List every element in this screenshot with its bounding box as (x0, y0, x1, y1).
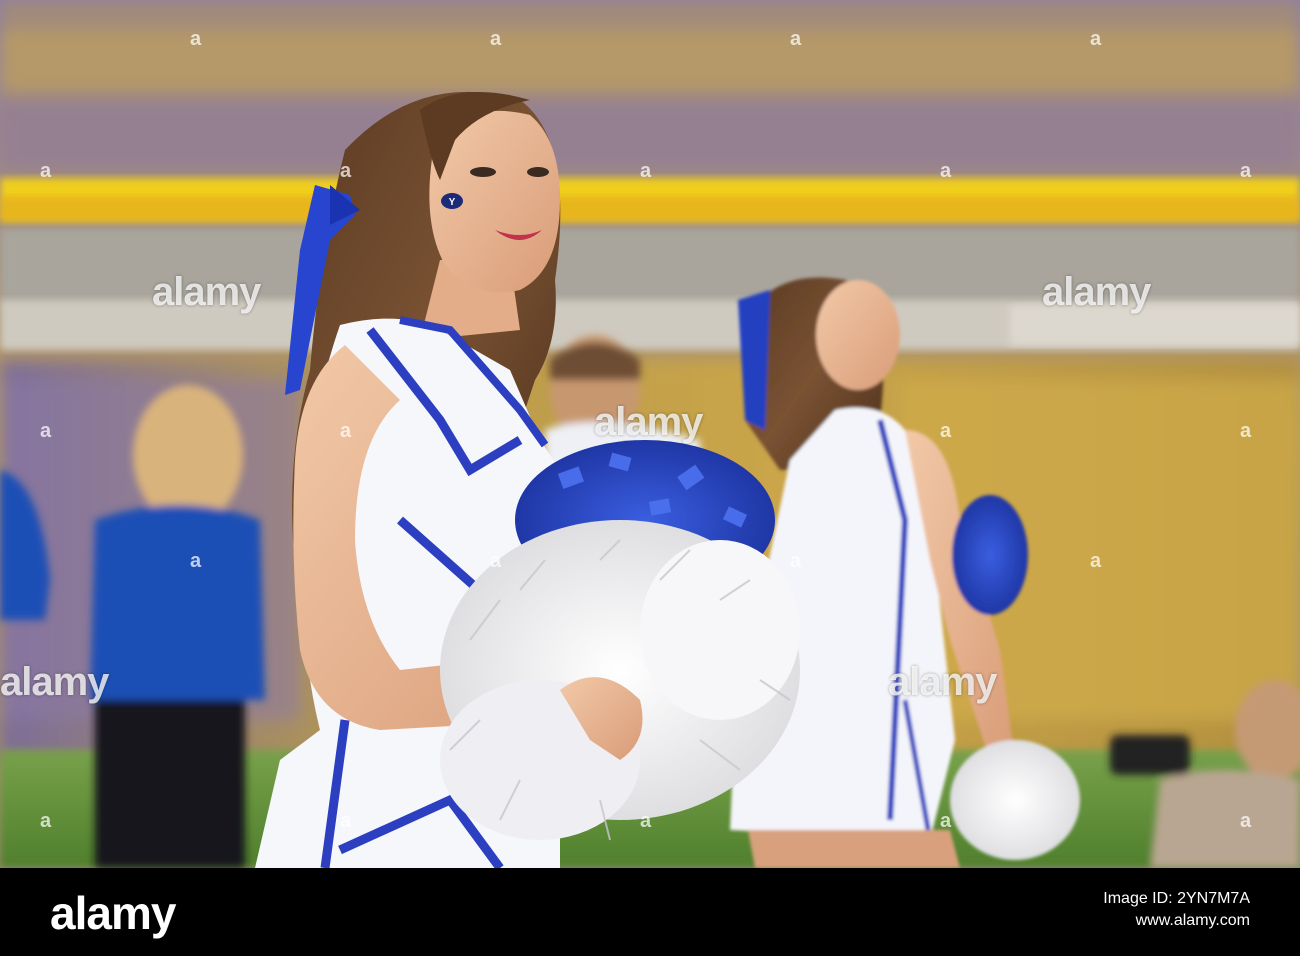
watermark-mark: a (940, 160, 953, 182)
watermark-mark: a (940, 810, 953, 832)
watermark-mark: a (790, 28, 803, 50)
footer-bar: alamy Image ID: 2YN7M7A www.alamy.com (0, 868, 1300, 956)
watermark-alamy: alamy (594, 400, 703, 444)
watermark-mark: a (1090, 28, 1103, 50)
watermark-mark: a (640, 810, 653, 832)
watermark-alamy: alamy (0, 660, 109, 704)
watermark-mark: a (640, 160, 653, 182)
watermark-mark: a (340, 420, 353, 442)
watermark-mark: a (490, 550, 503, 572)
watermark-mark: a (40, 810, 53, 832)
white-pompom-background (950, 740, 1080, 860)
watermark-mark: a (40, 160, 53, 182)
alamy-logo[interactable]: alamy (50, 886, 176, 940)
watermark-mark: a (1240, 160, 1253, 182)
watermark-mark: a (340, 160, 353, 182)
image-info: Image ID: 2YN7M7A www.alamy.com (1103, 888, 1250, 932)
watermark-mark: a (190, 550, 203, 572)
watermark-mark: a (940, 420, 953, 442)
image-id-label: Image ID: 2YN7M7A (1103, 890, 1250, 907)
watermark-mark: a (1090, 550, 1103, 572)
watermark-mark: a (790, 550, 803, 572)
watermark-mark: a (190, 28, 203, 50)
cheek-logo-icon: Y (441, 193, 463, 209)
watermark-mark: a (340, 810, 353, 832)
photo: Y alamy alamy alamy alamy alamy a a a a … (0, 0, 1300, 868)
site-url[interactable]: www.alamy.com (1103, 910, 1250, 932)
watermark-alamy: alamy (152, 270, 261, 314)
watermark-mark: a (1240, 420, 1253, 442)
watermark-mark: a (40, 420, 53, 442)
cheek-logo-letter: Y (449, 197, 456, 208)
watermark-mark: a (1240, 810, 1253, 832)
blue-pompom-background (952, 495, 1028, 615)
watermark-mark: a (490, 28, 503, 50)
watermark-alamy: alamy (888, 660, 997, 704)
watermark-alamy: alamy (1042, 270, 1151, 314)
